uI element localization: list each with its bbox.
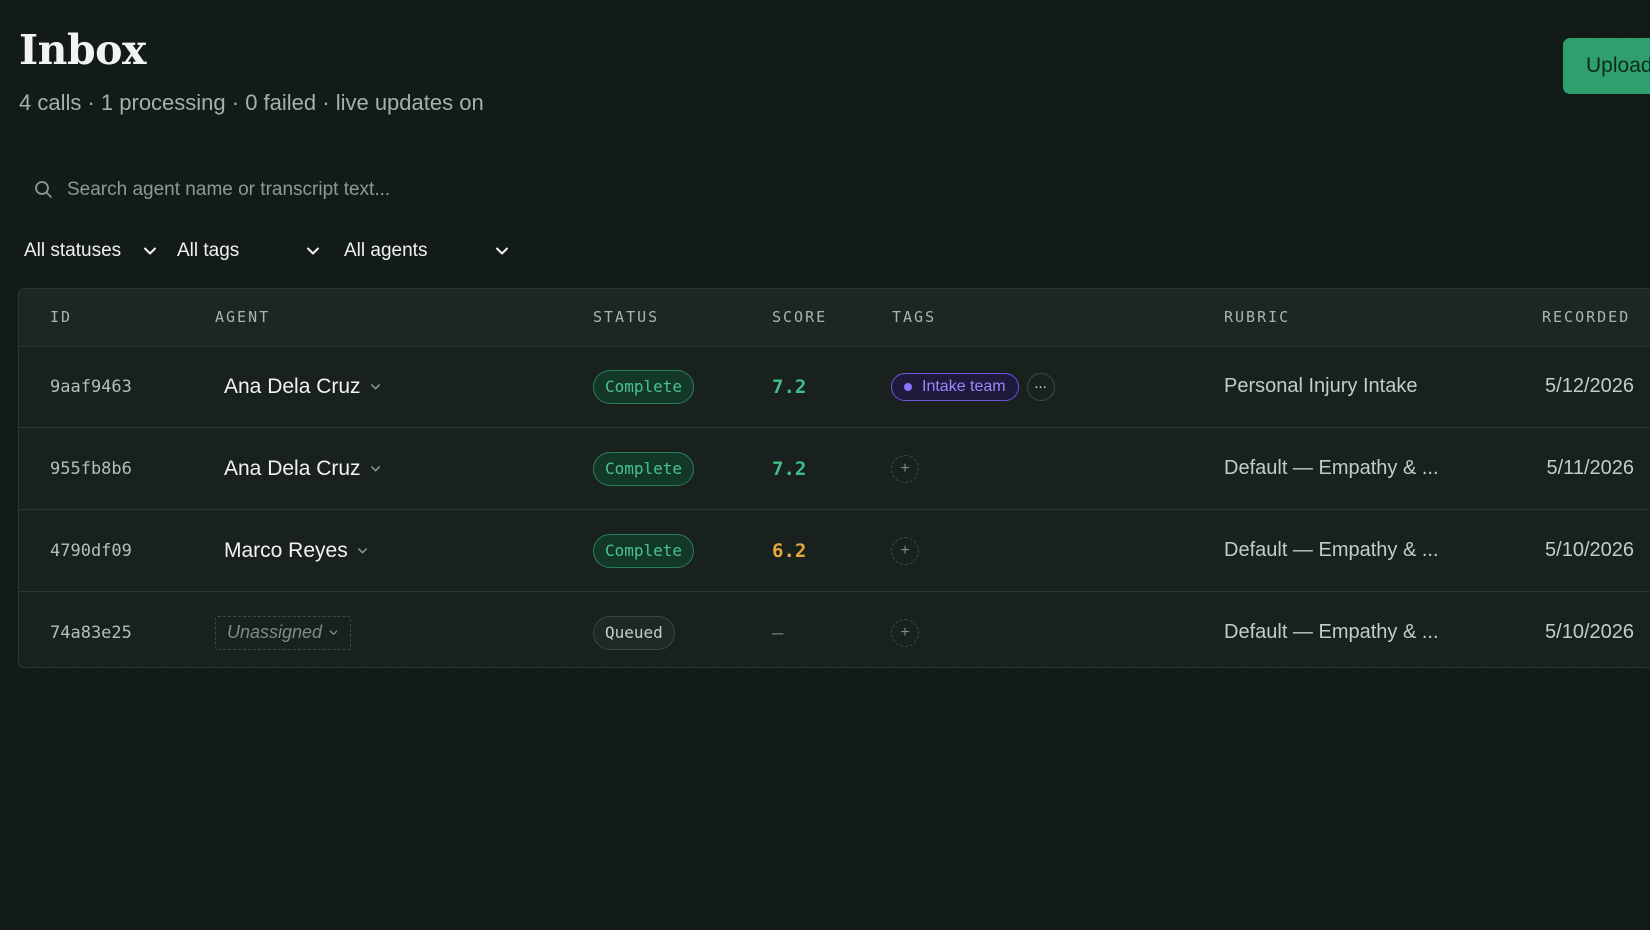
tags-cell: + — [891, 510, 919, 591]
chevron-down-icon — [307, 247, 319, 255]
status-badge: Complete — [593, 369, 695, 404]
add-tag-button[interactable]: + — [891, 454, 919, 483]
inbox-page: Inbox 4 calls · 1 processing · 0 failed … — [0, 0, 1650, 930]
add-tag-button[interactable]: + — [891, 536, 919, 565]
agent-name: Ana Dela Cruz — [224, 456, 361, 480]
column-header-status[interactable]: STATUS — [593, 289, 659, 346]
table-row[interactable]: 955fb8b6 Ana Dela Cruz Complete 7.2 + De… — [19, 428, 1650, 510]
column-header-recorded[interactable]: RECORDED — [1542, 289, 1630, 346]
rubric-name: Default — Empathy & ... — [1224, 621, 1439, 643]
agent-select[interactable]: Ana Dela Cruz — [224, 346, 382, 427]
search-icon — [35, 181, 52, 198]
tags-cell: + — [891, 428, 919, 509]
recorded-date: 5/10/2026 — [1545, 539, 1634, 561]
table-row[interactable]: 9aaf9463 Ana Dela Cruz Complete 7.2 Inta… — [19, 346, 1650, 428]
status-filter-select[interactable]: All statuses — [24, 234, 174, 268]
page-title: Inbox — [19, 26, 146, 74]
agent-cell: Unassigned — [215, 592, 352, 673]
tags-filter-select[interactable]: All tags — [177, 234, 327, 268]
chevron-down-icon — [357, 548, 367, 554]
agents-filter-select[interactable]: All agents — [344, 234, 534, 268]
score-value: 6.2 — [772, 539, 807, 562]
status-badge: Complete — [593, 451, 695, 486]
call-id: 955fb8b6 — [50, 458, 132, 479]
search-input[interactable] — [67, 179, 687, 201]
agent-select-unassigned[interactable]: Unassigned — [215, 615, 352, 650]
search-bar — [19, 170, 719, 210]
dot-icon — [904, 382, 912, 391]
status-filter-label: All statuses — [24, 240, 122, 261]
more-tags-button[interactable]: ... — [1026, 372, 1055, 401]
agent-select[interactable]: Marco Reyes — [224, 510, 369, 591]
chevron-down-icon — [329, 630, 338, 635]
chevron-down-icon — [144, 247, 156, 255]
score-value: 7.2 — [772, 457, 807, 480]
score-value: – — [772, 621, 784, 644]
call-id: 9aaf9463 — [50, 376, 132, 397]
tag-label: Intake team — [922, 377, 1006, 395]
table-row[interactable]: 4790df09 Marco Reyes Complete 6.2 + Defa… — [19, 510, 1650, 592]
chevron-down-icon — [496, 247, 508, 255]
page-subtitle: 4 calls · 1 processing · 0 failed · live… — [19, 90, 484, 115]
call-id: 4790df09 — [50, 540, 132, 561]
rubric-name: Personal Injury Intake — [1224, 375, 1418, 397]
tag-pill[interactable]: Intake team — [891, 372, 1019, 401]
score-value: 7.2 — [772, 375, 807, 398]
upload-button[interactable]: Upload — [1563, 38, 1650, 94]
agent-name: Ana Dela Cruz — [224, 374, 361, 398]
recorded-date: 5/12/2026 — [1545, 375, 1634, 397]
chevron-down-icon — [370, 384, 380, 390]
table-row[interactable]: 74a83e25 Unassigned Queued – + Default —… — [19, 592, 1650, 673]
column-header-id[interactable]: ID — [50, 289, 72, 346]
status-cell: Complete — [593, 346, 695, 427]
call-id: 74a83e25 — [50, 622, 132, 643]
recorded-date: 5/10/2026 — [1545, 621, 1634, 643]
status-badge: Complete — [593, 533, 695, 568]
column-header-tags[interactable]: TAGS — [892, 289, 936, 346]
chevron-down-icon — [370, 466, 380, 472]
add-tag-button[interactable]: + — [891, 618, 919, 647]
column-header-score[interactable]: SCORE — [772, 289, 827, 346]
status-cell: Queued — [593, 592, 675, 673]
calls-table: ID AGENT STATUS SCORE TAGS RUBRIC RECORD… — [18, 288, 1650, 668]
tags-cell: + — [891, 592, 919, 673]
tags-filter-label: All tags — [177, 240, 240, 261]
status-cell: Complete — [593, 428, 695, 509]
agent-name: Unassigned — [227, 622, 323, 642]
rubric-name: Default — Empathy & ... — [1224, 457, 1439, 479]
status-cell: Complete — [593, 510, 695, 591]
agent-select[interactable]: Ana Dela Cruz — [224, 428, 382, 509]
rubric-name: Default — Empathy & ... — [1224, 539, 1439, 561]
tags-cell: Intake team ... — [891, 346, 1055, 427]
status-badge: Queued — [593, 615, 675, 650]
agent-name: Marco Reyes — [224, 538, 348, 562]
agents-filter-label: All agents — [344, 240, 428, 261]
table-header: ID AGENT STATUS SCORE TAGS RUBRIC RECORD… — [19, 289, 1650, 347]
column-header-agent[interactable]: AGENT — [215, 289, 270, 346]
recorded-date: 5/11/2026 — [1546, 457, 1635, 479]
column-header-rubric[interactable]: RUBRIC — [1224, 289, 1290, 346]
